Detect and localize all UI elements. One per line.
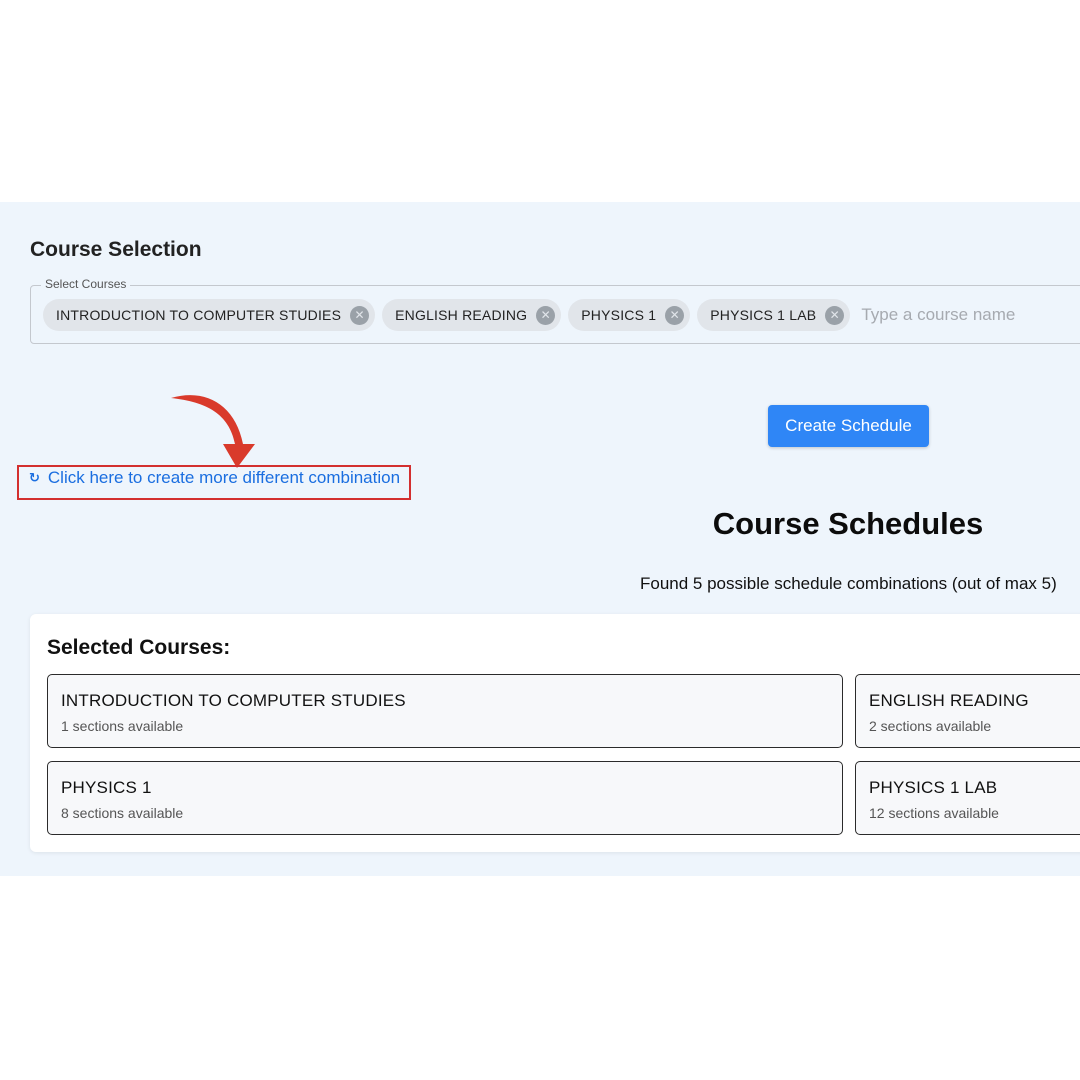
create-schedule-button[interactable]: Create Schedule: [768, 405, 929, 447]
create-more-combinations-link[interactable]: ↻ Click here to create more different co…: [29, 468, 400, 488]
course-selection-title: Course Selection: [30, 238, 202, 261]
remove-chip-icon[interactable]: ✕: [350, 305, 370, 325]
course-panel: Course Selection Select Courses INTRODUC…: [0, 202, 1080, 876]
sections-available: 12 sections available: [869, 805, 999, 821]
curved-arrow-down-icon: [171, 395, 255, 468]
course-select-field[interactable]: Select Courses INTRODUCTION TO COMPUTER …: [30, 277, 1080, 344]
course-name: PHYSICS 1 LAB: [869, 778, 998, 797]
chip-label: PHYSICS 1: [581, 307, 657, 323]
course-name: INTRODUCTION TO COMPUTER STUDIES: [61, 691, 406, 710]
selected-courses-title: Selected Courses:: [47, 636, 231, 659]
sections-available: 2 sections available: [869, 718, 992, 734]
course-search-input[interactable]: [859, 304, 1080, 326]
select-courses-label: Select Courses: [41, 277, 131, 291]
refresh-icon: ↻: [29, 470, 40, 485]
sections-available: 1 sections available: [61, 718, 184, 734]
chip-list: INTRODUCTION TO COMPUTER STUDIES ✕ ENGLI…: [43, 299, 1080, 331]
course-chip[interactable]: PHYSICS 1 LAB ✕: [697, 299, 851, 331]
course-name: PHYSICS 1: [61, 778, 152, 797]
course-item: PHYSICS 1 8 sections available: [47, 761, 843, 835]
chip-label: PHYSICS 1 LAB: [710, 307, 817, 323]
selected-courses-card: Selected Courses: INTRODUCTION TO COMPUT…: [30, 614, 1080, 852]
course-chip[interactable]: PHYSICS 1 ✕: [568, 299, 691, 331]
remove-chip-icon[interactable]: ✕: [665, 305, 685, 325]
course-item: PHYSICS 1 LAB 12 sections available: [855, 761, 1080, 835]
course-chip[interactable]: INTRODUCTION TO COMPUTER STUDIES ✕: [43, 299, 376, 331]
chip-label: INTRODUCTION TO COMPUTER STUDIES: [56, 307, 342, 323]
chip-label: ENGLISH READING: [395, 307, 528, 323]
course-chip[interactable]: ENGLISH READING ✕: [382, 299, 562, 331]
course-schedules-title: Course Schedules: [712, 506, 984, 541]
combination-link-label: Click here to create more different comb…: [47, 468, 401, 487]
remove-chip-icon[interactable]: ✕: [536, 305, 556, 325]
combinations-found-text: Found 5 possible schedule combinations (…: [640, 574, 1057, 593]
sections-available: 8 sections available: [61, 805, 184, 821]
course-item: ENGLISH READING 2 sections available: [855, 674, 1080, 748]
remove-chip-icon[interactable]: ✕: [825, 305, 845, 325]
course-item: INTRODUCTION TO COMPUTER STUDIES 1 secti…: [47, 674, 843, 748]
course-name: ENGLISH READING: [869, 691, 1029, 710]
